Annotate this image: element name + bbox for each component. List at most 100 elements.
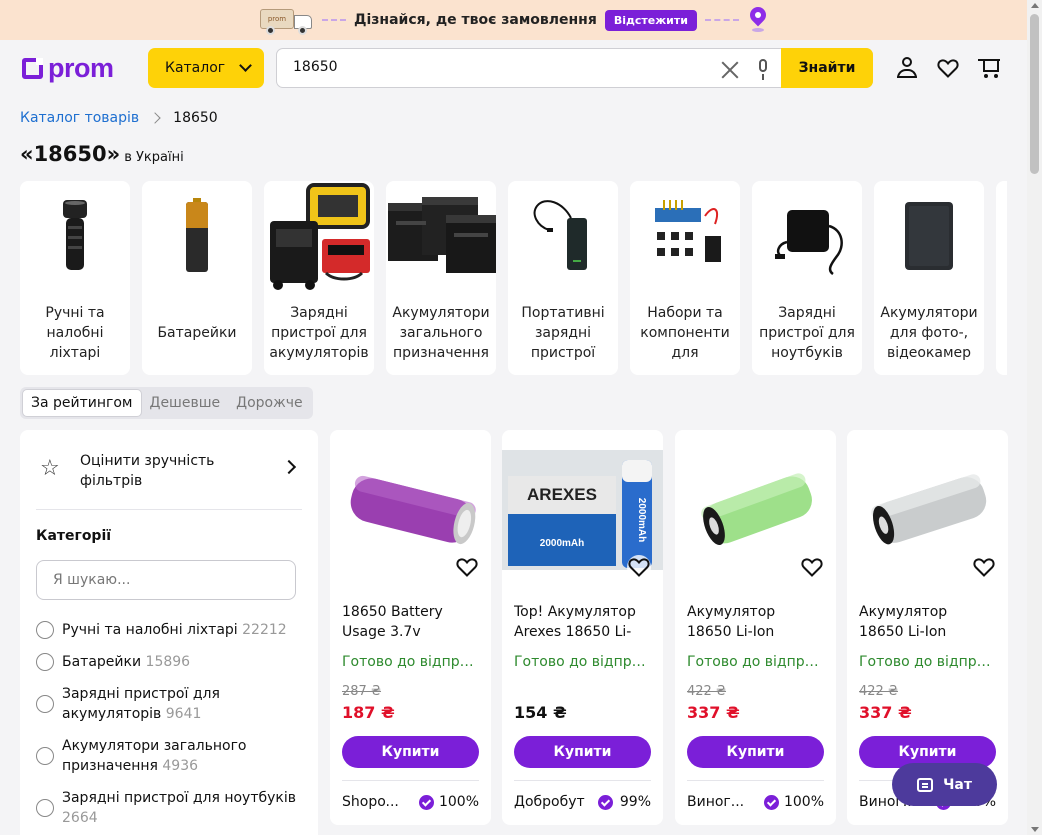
heart-icon[interactable] xyxy=(936,56,960,80)
product-card[interactable]: Акумулятор 18650 Li-Ion Готово до відпра… xyxy=(675,430,836,825)
category-card-batteries-general[interactable]: Акумулятори загального призначення xyxy=(386,181,496,375)
logo-text: prom xyxy=(48,53,114,83)
category-label: Акумулятори загального призначення xyxy=(392,305,490,361)
rate-filters-row[interactable]: ☆ Оцінити зручність фільтрів xyxy=(36,446,302,510)
favorite-heart-icon[interactable] xyxy=(800,555,824,579)
sort-more-expensive[interactable]: Дорожче xyxy=(228,389,310,417)
car-charger-image xyxy=(264,181,374,291)
filter-option-count: 4936 xyxy=(162,758,199,774)
sort-by-rating[interactable]: За рейтингом xyxy=(22,389,142,417)
user-icon[interactable] xyxy=(895,56,919,80)
seller-rating: 100% xyxy=(783,794,824,810)
product-image[interactable] xyxy=(675,450,836,570)
banner-text: Дізнайся, де твоє замовлення xyxy=(354,12,597,28)
category-card-batteries[interactable]: Батарейки xyxy=(142,181,252,375)
flashlight-image xyxy=(20,181,130,291)
seller-rating: 99% xyxy=(619,794,651,810)
product-title[interactable]: Акумулятор 18650 Li-Ion xyxy=(687,602,824,642)
find-button[interactable]: Знайти xyxy=(781,48,873,88)
page-title-query: «18650» xyxy=(20,142,121,166)
seller-rating: 100% xyxy=(438,794,479,810)
category-card-electronics-kits[interactable]: Набори та компоненти для електроніки xyxy=(630,181,740,375)
filter-option[interactable]: Зарядні пристрої для ноутбуків 2664 xyxy=(36,788,306,828)
category-card-camera-batteries[interactable]: Акумулятори для фото-, відеокамер xyxy=(874,181,984,375)
filter-option-label: Батарейки xyxy=(62,654,142,670)
category-label: Батарейки xyxy=(157,325,237,341)
radio-button[interactable] xyxy=(36,653,54,671)
buy-button[interactable]: Купити xyxy=(514,736,651,768)
category-search-input[interactable]: Я шукаю... xyxy=(36,560,296,600)
category-card-powerbanks[interactable]: Портативні зарядні пристрої xyxy=(508,181,618,375)
favorite-heart-icon[interactable] xyxy=(455,555,479,579)
chat-button[interactable]: Чат xyxy=(892,763,997,806)
scroll-thumb[interactable] xyxy=(1030,14,1039,174)
delivery-truck-icon: prom xyxy=(258,5,314,35)
product-status: Готово до відправки xyxy=(514,654,651,670)
filters-panel: ☆ Оцінити зручність фільтрів Категорії Я… xyxy=(20,430,318,835)
breadcrumb-catalog-link[interactable]: Каталог товарів xyxy=(20,110,139,126)
category-card-laptop-chargers[interactable]: Зарядні пристрої для ноутбуків xyxy=(752,181,862,375)
favorite-heart-icon[interactable] xyxy=(627,555,651,579)
radio-button[interactable] xyxy=(36,799,54,817)
seller-name[interactable]: Виног... xyxy=(687,794,749,810)
product-title[interactable]: Top! Акумулятор Arexes 18650 Li-ion xyxy=(514,602,651,642)
verified-badge-icon xyxy=(764,795,779,810)
cart-icon[interactable] xyxy=(978,56,1002,80)
chat-icon xyxy=(917,777,934,792)
scroll-up-arrow-icon[interactable] xyxy=(1031,3,1039,8)
radio-button[interactable] xyxy=(36,747,54,765)
product-price: 187 ₴ xyxy=(342,703,395,722)
product-old-price: 287 ₴ xyxy=(342,684,382,699)
prom-logo[interactable]: prom xyxy=(22,55,114,82)
catalog-label: Каталог xyxy=(165,60,226,76)
category-card-flashlights[interactable]: Ручні та налобні ліхтарі xyxy=(20,181,130,375)
product-image[interactable]: AREXES 2000mAh 2000mAh xyxy=(502,450,663,570)
product-status: Готово до відправки xyxy=(342,654,479,670)
microphone-icon[interactable] xyxy=(756,59,770,81)
category-card-next[interactable] xyxy=(996,181,1007,375)
truck-label: prom xyxy=(260,9,294,29)
sort-toggle: За рейтингом Дешевше Дорожче xyxy=(20,387,313,419)
product-title[interactable]: 18650 Battery Usage 3.7v xyxy=(342,602,479,642)
favorite-heart-icon[interactable] xyxy=(972,555,996,579)
buy-button[interactable]: Купити xyxy=(687,736,824,768)
page-scrollbar[interactable] xyxy=(1027,0,1042,835)
track-order-button[interactable]: Відстежити xyxy=(604,9,697,31)
laptop-charger-image xyxy=(752,181,862,291)
product-card[interactable]: AREXES 2000mAh 2000mAh Top! Акумулятор Are… xyxy=(502,430,663,825)
battery-image xyxy=(142,181,252,291)
clear-icon[interactable] xyxy=(719,59,741,81)
prom-logo-icon xyxy=(22,58,43,79)
filter-option[interactable]: Зарядні пристрої для акумуляторів 9641 xyxy=(36,684,306,724)
product-price: 337 ₴ xyxy=(687,703,740,722)
catalog-button[interactable]: Каталог xyxy=(148,48,264,88)
chevron-down-icon xyxy=(239,59,252,72)
seller-name[interactable]: Добробут xyxy=(514,794,594,810)
chat-label: Чат xyxy=(943,776,972,793)
filter-option[interactable]: Акумулятори загального призначення 4936 xyxy=(36,736,306,776)
search-input[interactable]: 18650 xyxy=(293,59,338,75)
product-card[interactable]: 18650 Battery Usage 3.7v Готово до відпр… xyxy=(330,430,491,825)
rate-filters-text: Оцінити зручність фільтрів xyxy=(80,453,215,489)
camera-battery-image xyxy=(874,181,984,291)
electronic-kit-image xyxy=(630,181,740,291)
product-image[interactable] xyxy=(330,450,491,570)
category-card-battery-chargers[interactable]: Зарядні пристрої для акумуляторів xyxy=(264,181,374,375)
powerbank-image xyxy=(508,181,618,291)
product-old-price: 422 ₴ xyxy=(687,684,727,699)
seller-name[interactable]: Shopo... xyxy=(342,794,404,810)
chevron-right-icon xyxy=(149,112,161,124)
product-image[interactable] xyxy=(847,450,1008,570)
scroll-down-arrow-icon[interactable] xyxy=(1031,827,1039,832)
radio-button[interactable] xyxy=(36,621,54,639)
filter-option[interactable]: Батарейки 15896 xyxy=(36,652,306,672)
filter-option[interactable]: Ручні та налобні ліхтарі 22212 xyxy=(36,620,306,640)
buy-button[interactable]: Купити xyxy=(342,736,479,768)
radio-button[interactable] xyxy=(36,695,54,713)
order-tracking-banner[interactable]: prom Дізнайся, де твоє замовлення Відсте… xyxy=(0,0,1027,40)
search-bar: 18650 Знайти xyxy=(276,48,873,88)
lead-acid-batteries-image xyxy=(386,181,496,291)
breadcrumb-current: 18650 xyxy=(173,110,218,126)
sort-cheaper[interactable]: Дешевше xyxy=(142,389,229,417)
product-title[interactable]: Акумулятор 18650 Li-Ion xyxy=(859,602,996,642)
